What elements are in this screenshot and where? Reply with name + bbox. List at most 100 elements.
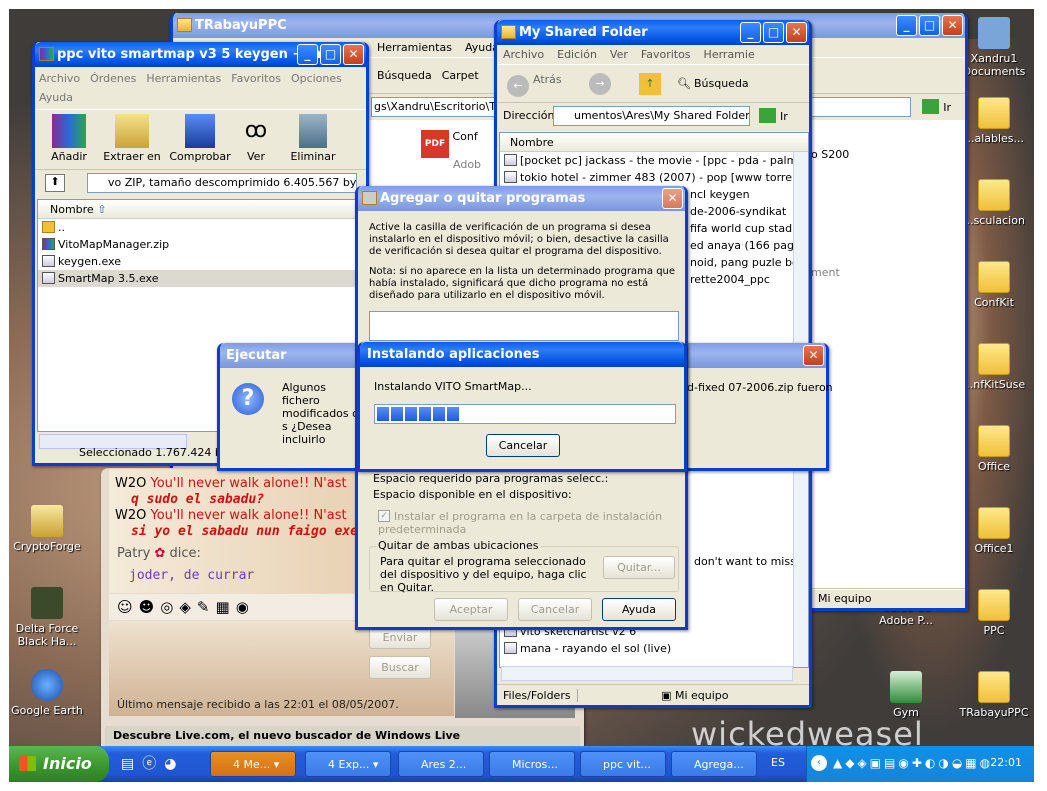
- menu-herramientas[interactable]: Herramientas: [377, 41, 452, 54]
- folder-icon: [978, 179, 1010, 211]
- more-icon[interactable]: ◉: [236, 598, 255, 616]
- back-button[interactable]: ← Atrás: [507, 73, 562, 97]
- font-icon[interactable]: ✎: [197, 598, 216, 616]
- wink-icon[interactable]: ☻: [139, 598, 161, 616]
- list-item[interactable]: [pocket pc] jackass - the movie - [ppc -…: [500, 152, 808, 169]
- live-banner[interactable]: Descubre Live.com, el nuevo buscador de …: [105, 726, 580, 746]
- menu-archivo[interactable]: Archivo: [503, 48, 544, 61]
- task-winrar[interactable]: ppc vit...: [580, 751, 666, 777]
- pdf-icon: PDF: [421, 130, 449, 158]
- close-button[interactable]: ✕: [343, 44, 364, 65]
- view-button[interactable]: ꝏ Ver: [233, 114, 279, 163]
- list-item[interactable]: tokio hotel - zimmer 483 (2007) - pop [w…: [500, 169, 808, 186]
- task-explorer[interactable]: 4 Exp... ▾: [305, 751, 391, 777]
- task-activesync[interactable]: Micros...: [489, 751, 575, 777]
- maximize-button[interactable]: □: [320, 44, 341, 65]
- search-button[interactable]: 🔍︎ Búsqueda: [677, 77, 749, 90]
- menu-favoritos[interactable]: Favoritos: [231, 72, 281, 85]
- installing-dialog[interactable]: Instalando aplicaciones Instalando VITO …: [357, 342, 687, 472]
- voice-clip-icon[interactable]: ◈: [179, 598, 197, 616]
- desktop-icon-delta-force[interactable]: Delta Force Black Ha...: [9, 587, 89, 648]
- cancel-button[interactable]: Cancelar: [518, 598, 592, 621]
- cancel-button[interactable]: Cancelar: [486, 434, 560, 457]
- s200-item[interactable]: o S200: [811, 148, 849, 161]
- maximize-button[interactable]: □: [763, 22, 784, 43]
- horizontal-scrollbar[interactable]: [501, 666, 793, 681]
- column-header-name[interactable]: Nombre ⇧: [38, 200, 363, 219]
- ok-button[interactable]: Aceptar: [434, 598, 508, 621]
- ie-icon[interactable]: ⓔ: [142, 756, 164, 772]
- minimize-button[interactable]: _: [740, 22, 761, 43]
- title-bar[interactable]: Agregar o quitar programas ✕: [358, 186, 685, 211]
- title-bar[interactable]: Instalando aplicaciones: [360, 342, 684, 367]
- menu-ver[interactable]: Ver: [610, 48, 628, 61]
- title-bar[interactable]: ppc vito smartmap v3 5 keygen + m... _ □ ✕: [35, 42, 366, 67]
- list-item-selected[interactable]: SmartMap 3.5.exe: [38, 270, 363, 287]
- background-icon[interactable]: ▦: [216, 598, 236, 616]
- close-button[interactable]: ✕: [803, 345, 824, 366]
- forward-arrow-icon[interactable]: →: [589, 73, 611, 95]
- add-button[interactable]: Añadir: [45, 114, 93, 163]
- menu-ordenes[interactable]: Órdenes: [90, 72, 136, 85]
- menu-archivo[interactable]: Archivo: [39, 72, 80, 85]
- go-button[interactable]: Ir: [922, 99, 951, 114]
- task-add-remove[interactable]: Agrega...: [671, 751, 757, 777]
- go-button[interactable]: Ir: [759, 108, 788, 123]
- maximize-button[interactable]: □: [919, 15, 940, 36]
- menu-favoritos[interactable]: Favoritos: [641, 48, 691, 61]
- list-item[interactable]: mana - rayando el sol (live): [500, 640, 790, 657]
- remove-button[interactable]: Quitar...: [603, 556, 675, 579]
- title-bar[interactable]: My Shared Folder _ □ ✕: [497, 20, 809, 45]
- menu-ayuda[interactable]: Ayuda: [39, 91, 73, 104]
- run-dialog[interactable]: Ejecutar ? Algunos fichero modificados o…: [217, 343, 362, 471]
- list-item[interactable]: keygen.exe: [38, 253, 363, 270]
- up-folder-button[interactable]: ⬆: [45, 174, 65, 192]
- desktop-icon-gym[interactable]: Gym: [864, 671, 948, 719]
- desktop-icon-cryptoforge[interactable]: CryptoForge: [9, 505, 89, 553]
- go-arrow-icon: [759, 108, 776, 123]
- close-button[interactable]: ✕: [942, 15, 963, 36]
- desktop-icon-google-earth[interactable]: Google Earth: [9, 669, 89, 717]
- start-button[interactable]: Inicio: [9, 746, 109, 782]
- minimize-button[interactable]: _: [896, 15, 917, 36]
- language-indicator[interactable]: ES: [771, 756, 785, 769]
- tray-expand-icon[interactable]: ‹: [811, 755, 827, 771]
- minimize-button[interactable]: _: [297, 44, 318, 65]
- delete-button[interactable]: Eliminar: [287, 114, 339, 163]
- clock[interactable]: 22:01: [990, 756, 1022, 769]
- extract-button[interactable]: Extraer en: [101, 114, 163, 163]
- search-button[interactable]: Buscar: [369, 656, 431, 679]
- ment-item[interactable]: ment: [811, 266, 840, 279]
- menu-edicion[interactable]: Edición: [557, 48, 597, 61]
- title-bar[interactable]: Ejecutar: [220, 343, 359, 368]
- progress-fill: [377, 407, 673, 421]
- folders-button[interactable]: Carpet: [442, 69, 479, 82]
- search-button[interactable]: Búsqueda: [377, 69, 432, 82]
- desktop-folder-trabayu[interactable]: TRabayuPPC: [952, 671, 1034, 719]
- up-folder-icon[interactable]: ↑: [639, 73, 661, 95]
- test-button[interactable]: Comprobar: [169, 114, 231, 163]
- list-item[interactable]: VitoMapManager.zip: [38, 236, 363, 253]
- task-messenger[interactable]: 4 Me... ▾: [210, 751, 296, 777]
- emoticon-icon[interactable]: ☺: [117, 598, 139, 616]
- nudge-icon[interactable]: ◎: [160, 598, 179, 616]
- menu-herramientas[interactable]: Herramientas: [146, 72, 221, 85]
- close-button[interactable]: ✕: [786, 22, 807, 43]
- pdf-item[interactable]: PDF Conf Adob: [421, 130, 481, 171]
- close-button[interactable]: ✕: [662, 188, 683, 209]
- archive-info-field[interactable]: vo ZIP, tamaño descomprimido 6.405.567 b…: [87, 173, 357, 193]
- task-ares[interactable]: Ares 2...: [398, 751, 484, 777]
- add-remove-icon: [362, 191, 377, 205]
- install-default-checkbox[interactable]: ✓ Instalar el programa en la carpeta de i…: [378, 510, 668, 536]
- help-button[interactable]: Ayuda: [602, 598, 676, 621]
- desktop-icon[interactable]: ▤: [121, 756, 142, 772]
- address-field[interactable]: umentos\Ares\My Shared Folder: [553, 106, 750, 126]
- column-header-name[interactable]: Nombre: [500, 133, 808, 152]
- menu-opciones[interactable]: Opciones: [291, 72, 342, 85]
- tray-icons[interactable]: ▲◆◈▣▤◉✚◐◑◒▦◍: [833, 756, 993, 770]
- folder-icon: [978, 589, 1010, 621]
- program-list[interactable]: [369, 311, 679, 341]
- list-item[interactable]: ..: [38, 219, 363, 236]
- menu-herramientas[interactable]: Herramie: [704, 48, 755, 61]
- firefox-icon[interactable]: ◕: [164, 756, 184, 772]
